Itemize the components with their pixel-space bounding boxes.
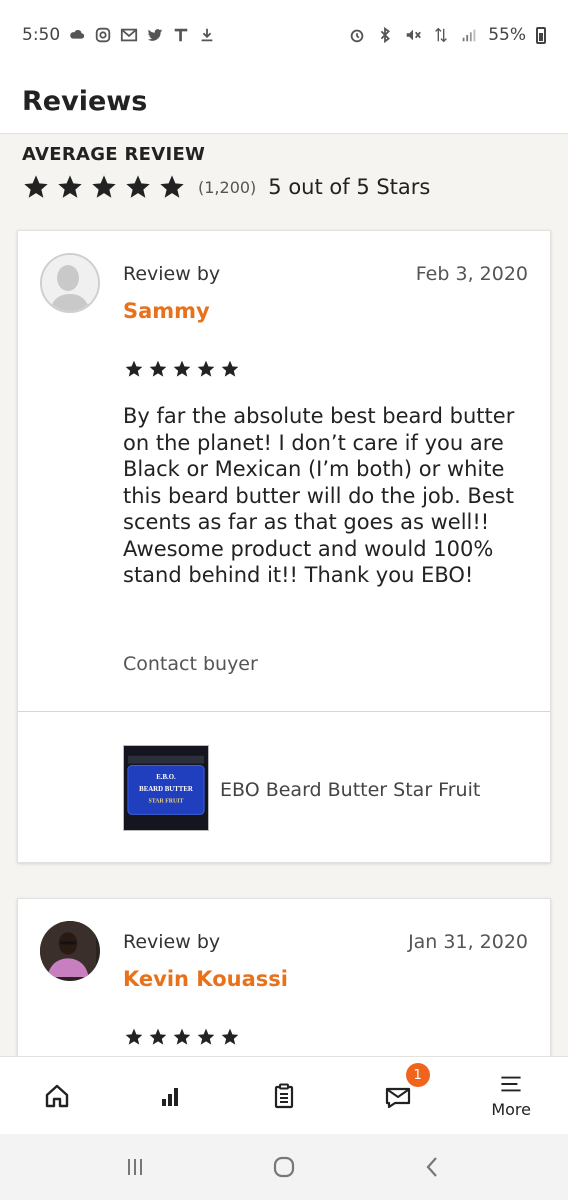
- star-icon: [197, 360, 215, 377]
- notification-badge: 1: [405, 1063, 430, 1087]
- avatar[interactable]: [40, 253, 100, 313]
- nav-orders[interactable]: [227, 1057, 341, 1134]
- review-stars: [124, 359, 240, 379]
- average-review-label: AVERAGE REVIEW: [22, 144, 206, 165]
- home-icon: [45, 1084, 68, 1107]
- star-icon: [160, 175, 184, 198]
- review-date: Feb 3, 2020: [415, 263, 528, 285]
- star-icon: [58, 175, 82, 198]
- status-bar: 5:50 55%: [0, 0, 568, 70]
- star-icon: [149, 360, 167, 377]
- signal-icon: [460, 26, 478, 44]
- stats-icon: [162, 1087, 179, 1106]
- review-card: Review by Sammy Feb 3, 2020 By far the a…: [17, 230, 551, 863]
- star-icon: [197, 1028, 215, 1045]
- twitter-icon: [146, 26, 164, 44]
- star-icon: [126, 175, 150, 198]
- page-title: Reviews: [22, 86, 148, 117]
- menu-icon: [501, 1076, 521, 1092]
- default-avatar-icon: [42, 255, 98, 311]
- star-icon: [125, 1028, 143, 1045]
- reviewer-name-link[interactable]: Sammy: [123, 299, 210, 323]
- home-button[interactable]: [264, 1147, 304, 1187]
- review-by-label: Review by: [123, 263, 221, 285]
- cloud-icon: [68, 26, 86, 44]
- product-jar-image: E.B.O. BEARD BUTTER STAR FRUIT: [124, 746, 208, 830]
- instagram-icon: [94, 26, 112, 44]
- orders-icon: [274, 1083, 294, 1108]
- data-icon: [432, 26, 450, 44]
- nav-messages[interactable]: 1: [341, 1057, 455, 1134]
- bluetooth-icon: [376, 26, 394, 44]
- average-review: AVERAGE REVIEW (1,200) 5 out of 5 Stars: [22, 144, 552, 201]
- review-stars: [124, 1027, 240, 1047]
- star-icon: [173, 1028, 191, 1045]
- average-rating-text: 5 out of 5 Stars: [268, 175, 431, 199]
- tmobile-icon: [172, 26, 190, 44]
- back-chevron-icon: [426, 1157, 438, 1177]
- review-count: (1,200): [198, 177, 257, 197]
- star-icon: [173, 360, 191, 377]
- recent-apps-icon: [127, 1159, 142, 1175]
- star-icon: [24, 175, 48, 198]
- gmail-icon: [120, 26, 138, 44]
- user-photo-icon: [40, 921, 96, 977]
- alarm-icon: [348, 26, 366, 44]
- nav-home[interactable]: [0, 1057, 114, 1134]
- star-icon: [221, 1028, 239, 1045]
- star-icon: [149, 1028, 167, 1045]
- star-icon: [125, 360, 143, 377]
- product-thumbnail[interactable]: E.B.O. BEARD BUTTER STAR FRUIT: [123, 745, 209, 831]
- contact-buyer-link[interactable]: Contact buyer: [123, 653, 258, 675]
- product-label-line: BEARD BUTTER: [139, 786, 193, 793]
- review-text: By far the absolute best beard butter on…: [123, 404, 515, 587]
- battery-icon: [536, 26, 546, 44]
- system-nav-bar: [0, 1134, 568, 1200]
- recent-apps-button[interactable]: [115, 1147, 155, 1187]
- nav-more-label: More: [491, 1100, 531, 1119]
- reviewer-name-link[interactable]: Kevin Kouassi: [123, 967, 288, 991]
- divider: [18, 711, 550, 712]
- messages-icon: [385, 1087, 410, 1108]
- home-circle-icon: [273, 1156, 295, 1178]
- nav-more[interactable]: More: [454, 1057, 568, 1134]
- star-icon: [221, 360, 239, 377]
- status-time: 5:50: [22, 25, 61, 45]
- star-icon: [92, 175, 116, 198]
- bottom-nav: 1 More: [0, 1056, 568, 1134]
- battery-percent: 55%: [488, 25, 526, 45]
- product-label-line: STAR FRUIT: [149, 799, 184, 805]
- back-button[interactable]: [413, 1147, 453, 1187]
- review-by-label: Review by: [123, 931, 221, 953]
- product-label-line: E.B.O.: [156, 774, 176, 781]
- review-date: Jan 31, 2020: [408, 931, 528, 953]
- average-rating-row: (1,200) 5 out of 5 Stars: [22, 173, 552, 201]
- download-icon: [198, 26, 216, 44]
- nav-stats[interactable]: [114, 1057, 228, 1134]
- app-header: Reviews: [0, 70, 568, 134]
- average-stars: [22, 173, 186, 201]
- mute-icon: [404, 26, 422, 44]
- product-name-link[interactable]: EBO Beard Butter Star Fruit: [220, 779, 480, 801]
- avatar[interactable]: [40, 921, 100, 981]
